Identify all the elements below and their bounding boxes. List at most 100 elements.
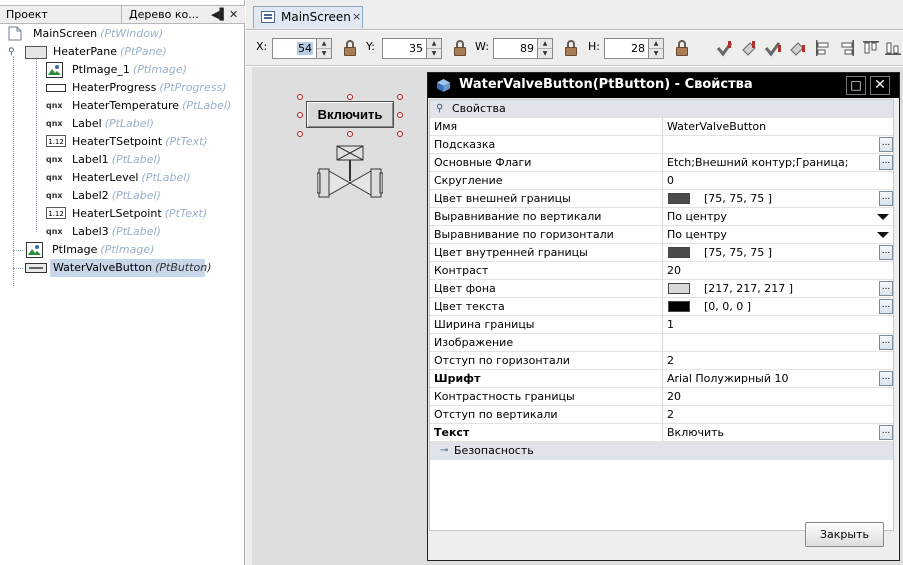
y-input[interactable]: 35 (382, 38, 427, 59)
ellipsis-button[interactable]: ... (879, 425, 893, 440)
resize-handle[interactable] (347, 131, 353, 137)
tree-item-label[interactable]: qnx Label (PtLabel) (46, 115, 236, 133)
tree-item-mainscreen[interactable]: MainScreen (PtWindow) (8, 25, 228, 43)
prop-row-border-width[interactable]: Ширина границы 1 (430, 316, 893, 334)
prop-value[interactable]: Etch;Внешний контур;Граница; (667, 154, 879, 171)
align-bottom-icon[interactable] (884, 39, 902, 57)
prop-row-text[interactable]: Текст Включить ... (430, 424, 893, 442)
prop-value[interactable]: [0, 0, 0 ] (704, 298, 879, 315)
prop-value[interactable]: По центру (667, 208, 879, 225)
dropdown-arrow-icon[interactable] (877, 214, 889, 220)
prop-row-border-contrast[interactable]: Контрастность границы 20 (430, 388, 893, 406)
close-button[interactable]: Закрыть (805, 522, 884, 547)
minimize-panel-icon[interactable]: ◀▌ (211, 7, 228, 22)
ellipsis-button[interactable]: ... (879, 335, 893, 350)
w-input[interactable]: 89 (493, 38, 538, 59)
w-spin-buttons[interactable]: ▲ ▼ (538, 38, 553, 59)
dialog-title-bar[interactable]: WaterValveButton(PtButton) - Свойства □ … (428, 73, 899, 98)
tree-item-label1[interactable]: qnx Label1 (PtLabel) (46, 151, 236, 169)
h-input[interactable]: 28 (604, 38, 649, 59)
valve-image[interactable] (317, 145, 383, 203)
prop-value[interactable]: Arial Полужирный 10 (667, 370, 879, 387)
prop-row-font[interactable]: Шрифт Arial Полужирный 10 ... (430, 370, 893, 388)
lock-y-icon[interactable] (454, 40, 466, 57)
ellipsis-button[interactable]: ... (879, 281, 893, 296)
align-right-icon[interactable] (838, 39, 856, 57)
x-input[interactable]: 54 (272, 38, 317, 59)
prop-row-name[interactable]: Имя WaterValveButton (430, 118, 893, 136)
ellipsis-button[interactable]: ... (879, 137, 893, 152)
close-icon[interactable]: ✕ (870, 76, 890, 95)
lock-x-icon[interactable] (344, 40, 356, 57)
tree-item-heaterlevel[interactable]: qnx HeaterLevel (PtLabel) (46, 169, 236, 187)
resize-handle[interactable] (397, 112, 403, 118)
prop-value[interactable]: Включить (667, 424, 879, 441)
check-right-align-icon[interactable] (764, 39, 782, 57)
prop-row-vertical-align[interactable]: Выравнивание по вертикали По центру (430, 208, 893, 226)
tab-component-tree[interactable]: Дерево ко... (123, 6, 207, 23)
tree-item-heaterpane[interactable]: ⚲ HeaterPane (PtPane) (8, 43, 228, 61)
maximize-icon[interactable]: □ (846, 76, 866, 95)
eraser-left-icon[interactable] (740, 39, 758, 57)
group-security[interactable]: ⊸ Безопасность (430, 442, 893, 460)
tree-item-ptimage-1[interactable]: PtImage_1 (PtImage) (46, 61, 236, 79)
lock-w-icon[interactable] (565, 40, 577, 57)
prop-row-vertical-margin[interactable]: Отступ по вертикали 2 (430, 406, 893, 424)
tree-item-ptimage[interactable]: PtImage (PtImage) (26, 241, 226, 259)
ellipsis-button[interactable]: ... (879, 245, 893, 260)
prop-row-image[interactable]: Изображение ... (430, 334, 893, 352)
prop-value[interactable]: [75, 75, 75 ] (704, 244, 879, 261)
tree-item-label2[interactable]: qnx Label2 (PtLabel) (46, 187, 236, 205)
group-properties[interactable]: ⚲ Свойства (430, 100, 893, 118)
h-spin-buttons[interactable]: ▲ ▼ (649, 38, 664, 59)
resize-handle[interactable] (397, 94, 403, 100)
resize-handle[interactable] (297, 112, 303, 118)
tab-project[interactable]: Проект (0, 6, 122, 23)
prop-value[interactable]: 1 (667, 316, 879, 333)
resize-handle[interactable] (297, 131, 303, 137)
prop-value[interactable]: 0 (667, 172, 879, 189)
ellipsis-button[interactable]: ... (879, 299, 893, 314)
align-top-icon[interactable] (862, 39, 880, 57)
check-left-align-icon[interactable] (716, 39, 734, 57)
tree-item-heatertsetpoint[interactable]: 1.12 HeaterTSetpoint (PtText) (46, 133, 236, 151)
align-left-icon[interactable] (814, 39, 832, 57)
tree-item-heaterlsetpoint[interactable]: 1.12 HeaterLSetpoint (PtText) (46, 205, 236, 223)
expand-toggle-icon[interactable]: ⚲ (8, 43, 15, 61)
prop-row-rounding[interactable]: Скругление 0 (430, 172, 893, 190)
close-panel-icon[interactable]: ✕ (229, 7, 238, 22)
prop-row-contrast[interactable]: Контраст 20 (430, 262, 893, 280)
prop-row-flags[interactable]: Основные Флаги Etch;Внешний контур;Грани… (430, 154, 893, 172)
prop-row-background-color[interactable]: Цвет фона [217, 217, 217 ] ... (430, 280, 893, 298)
prop-value[interactable]: 20 (667, 388, 879, 405)
prop-row-inner-border-color[interactable]: Цвет внутренней границы [75, 75, 75 ] ..… (430, 244, 893, 262)
eraser-right-icon[interactable] (788, 39, 806, 57)
prop-value[interactable]: 2 (667, 352, 879, 369)
prop-value[interactable]: 2 (667, 406, 879, 423)
prop-value[interactable]: WaterValveButton (667, 118, 879, 135)
prop-value[interactable]: [217, 217, 217 ] (704, 280, 879, 297)
tree-item-heatertemperature[interactable]: qnx HeaterTemperature (PtLabel) (46, 97, 236, 115)
resize-handle[interactable] (397, 131, 403, 137)
close-tab-icon[interactable]: × (352, 10, 361, 23)
tree-item-heaterprogress[interactable]: HeaterProgress (PtProgress) (46, 79, 236, 97)
prop-row-tooltip[interactable]: Подсказка ... (430, 136, 893, 154)
prop-value[interactable]: [75, 75, 75 ] (704, 190, 879, 207)
prop-row-outer-border-color[interactable]: Цвет внешней границы [75, 75, 75 ] ... (430, 190, 893, 208)
prop-row-horizontal-align[interactable]: Выравнивание по горизонтали По центру (430, 226, 893, 244)
ellipsis-button[interactable]: ... (879, 155, 893, 170)
prop-row-horizontal-margin[interactable]: Отступ по горизонтали 2 (430, 352, 893, 370)
prop-value[interactable]: По центру (667, 226, 879, 243)
tree-item-watervalvebutton[interactable]: WaterValveButton (PtButton) (25, 259, 211, 277)
water-valve-button-widget[interactable]: Включить (306, 101, 394, 128)
resize-handle[interactable] (297, 94, 303, 100)
x-spin-buttons[interactable]: ▲ ▼ (317, 38, 332, 59)
tab-mainscreen[interactable]: MainScreen × (253, 6, 363, 28)
resize-handle[interactable] (347, 94, 353, 100)
ellipsis-button[interactable]: ... (879, 371, 893, 386)
dropdown-arrow-icon[interactable] (877, 232, 889, 238)
tree-item-label3[interactable]: qnx Label3 (PtLabel) (46, 223, 236, 241)
ellipsis-button[interactable]: ... (879, 191, 893, 206)
y-spin-buttons[interactable]: ▲ ▼ (427, 38, 442, 59)
lock-h-icon[interactable] (676, 40, 688, 57)
